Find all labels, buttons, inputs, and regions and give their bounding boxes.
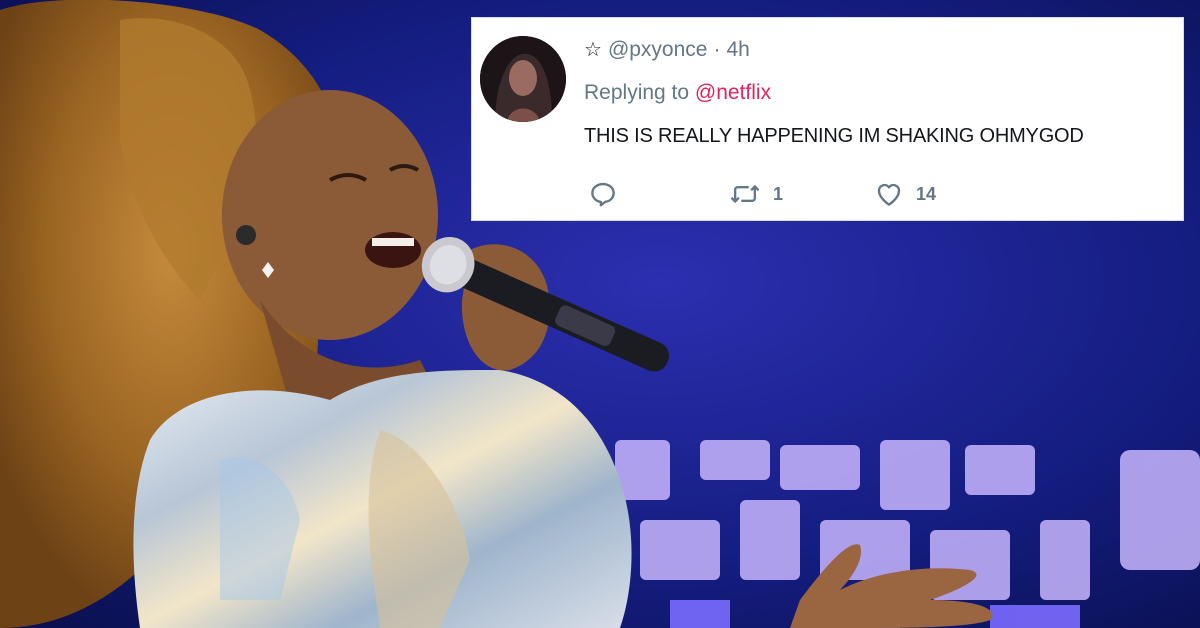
retweet-count: 1 (773, 183, 784, 204)
heart-icon (877, 183, 901, 206)
tweet-header: ☆ @pxyonce · 4h (584, 37, 750, 63)
tweet-actions: 1 14 (472, 178, 1183, 210)
like-count: 14 (916, 183, 937, 204)
like-button[interactable]: 14 (874, 178, 936, 210)
replying-prefix: Replying to (584, 81, 690, 104)
retweet-icon (730, 185, 760, 203)
star-icon: ☆ (584, 39, 602, 61)
retweet-button[interactable]: 1 (729, 178, 783, 210)
separator: · (713, 38, 721, 61)
replying-to-line: Replying to @netflix (584, 81, 771, 105)
avatar-image (480, 36, 566, 122)
username[interactable]: @pxyonce (608, 38, 708, 62)
reply-button[interactable] (588, 178, 618, 210)
mention-link[interactable]: @netflix (695, 81, 771, 104)
avatar[interactable] (480, 36, 566, 122)
reply-icon (591, 182, 615, 207)
tweet-text: THIS IS REALLY HAPPENING IM SHAKING OHMY… (584, 125, 1084, 147)
timestamp[interactable]: 4h (726, 38, 749, 62)
tweet-card: ☆ @pxyonce · 4h Replying to @netflix THI… (471, 17, 1184, 221)
